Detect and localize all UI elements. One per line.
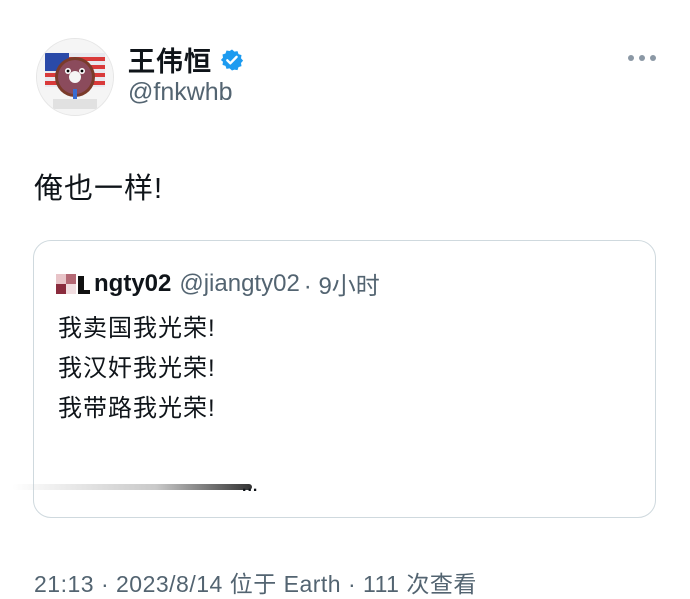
quoted-tweet-line: 我卖国我光荣!: [58, 315, 216, 342]
quoted-tweet-header: ngty02 @jiangty02 · 9小时: [56, 266, 380, 301]
blurred-avatar-icon: [56, 273, 90, 294]
quoted-tweet-line: 我汉奸我光荣!: [58, 355, 216, 382]
more-options-button[interactable]: [628, 48, 662, 68]
quoted-tweet-card[interactable]: ngty02 @jiangty02 · 9小时 我卖国我光荣! 我汉奸我光荣! …: [12, 240, 656, 518]
more-dot-icon: [650, 55, 656, 61]
truncation-fade: [12, 484, 252, 490]
quoted-author-name[interactable]: ngty02: [94, 270, 171, 298]
author-avatar[interactable]: [36, 38, 114, 116]
more-dot-icon: [628, 55, 634, 61]
author-display-name[interactable]: 王伟恒: [128, 40, 212, 79]
show-more-ellipsis[interactable]: ...: [242, 478, 258, 496]
quoted-tweet-body: 我卖国我光荣! 我汉奸我光荣! 我带路我光荣!: [58, 309, 216, 429]
quoted-tweet-time[interactable]: · 9小时: [304, 266, 380, 301]
author-handle[interactable]: @fnkwhb: [128, 78, 233, 107]
more-dot-icon: [639, 55, 645, 61]
quoted-author-handle[interactable]: @jiangty02: [179, 270, 299, 298]
tweet-meta-line[interactable]: 21:13 · 2023/8/14 位于 Earth · 111 次查看: [34, 565, 477, 599]
quoted-author-avatar[interactable]: [56, 270, 90, 298]
tweet-text: 俺也一样!: [34, 173, 164, 205]
donut-flag-avatar-icon: [37, 39, 113, 115]
quoted-tweet-line: 我带路我光荣!: [58, 395, 216, 422]
verified-badge-icon: [220, 49, 244, 70]
author-name-row[interactable]: 王伟恒: [128, 40, 244, 79]
